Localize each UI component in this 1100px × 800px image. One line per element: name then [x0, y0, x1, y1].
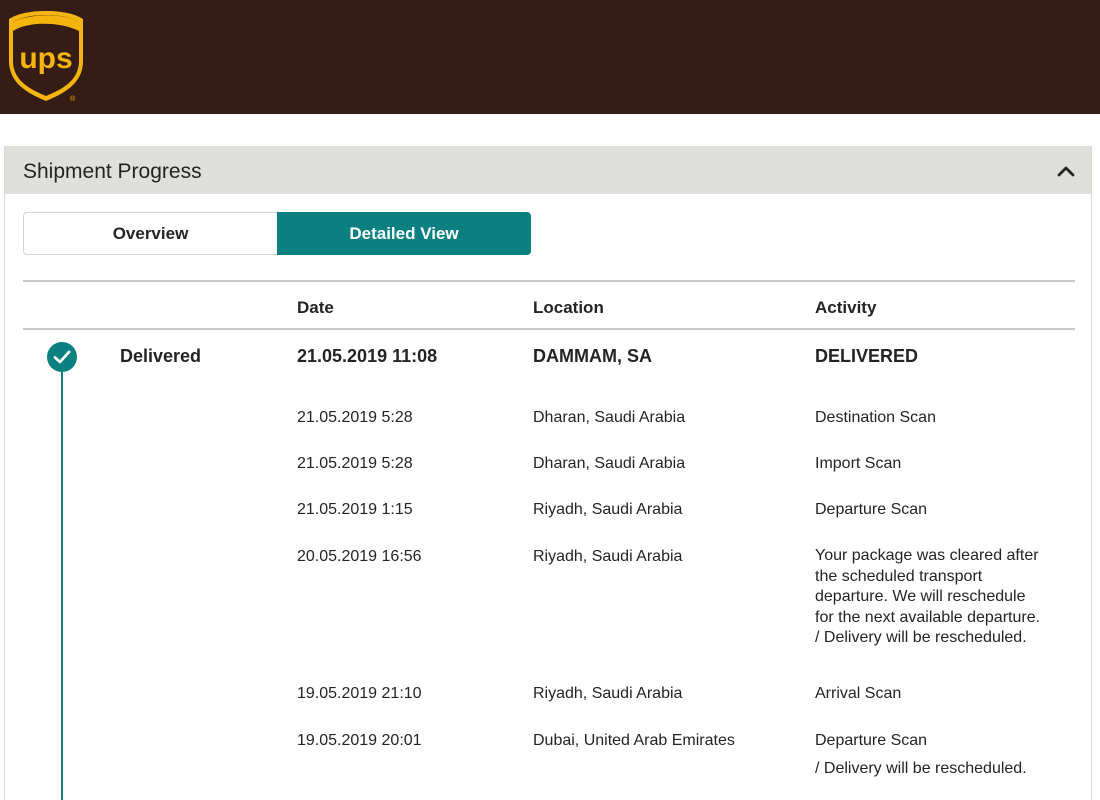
activity-line: the scheduled transport: [815, 567, 983, 585]
event-activity: Departure Scan: [815, 732, 928, 749]
event-date: 19.05.2019 20:01: [297, 732, 422, 749]
event-date: 21.05.2019 5:28: [297, 409, 413, 426]
event-date: 20.05.2019 16:56: [297, 548, 422, 565]
tab-detailed-view[interactable]: Detailed View: [277, 212, 531, 255]
activity-line: Your package was cleared after: [815, 547, 1039, 564]
event-date: 19.05.2019 21:10: [297, 685, 422, 702]
event-location: Riyadh, Saudi Arabia: [533, 685, 683, 702]
event-location: Riyadh, Saudi Arabia: [533, 548, 683, 565]
view-tabs: Overview Detailed View: [23, 212, 531, 255]
registered-mark: ®: [70, 95, 76, 103]
timeline-line: [61, 356, 63, 800]
event-date: 21.05.2019 1:15: [297, 501, 413, 518]
event-activity: Destination Scan: [815, 409, 936, 426]
event-activity-note: / Delivery will be rescheduled.: [815, 760, 1027, 777]
chevron-up-icon[interactable]: [1055, 160, 1077, 182]
panel-header[interactable]: Shipment Progress: [5, 146, 1091, 194]
event-location: Dharan, Saudi Arabia: [533, 409, 686, 426]
event-activity: Arrival Scan: [815, 685, 902, 702]
event-activity: DELIVERED: [815, 346, 919, 366]
tab-overview[interactable]: Overview: [23, 212, 277, 255]
ups-logo[interactable]: ups ®: [7, 9, 85, 103]
event-activity: Import Scan: [815, 455, 902, 472]
logo-text: ups: [19, 42, 72, 75]
top-header-bar: ups ®: [0, 0, 1100, 114]
event-location: Riyadh, Saudi Arabia: [533, 501, 683, 518]
activity-line: / Delivery will be rescheduled.: [815, 629, 1027, 646]
event-activity: Departure Scan: [815, 501, 928, 518]
shipment-progress-panel: Shipment Progress Overview Detailed View…: [4, 146, 1092, 800]
column-header-activity: Activity: [815, 298, 877, 317]
event-activity-multiline: Your package was cleared after the sched…: [815, 546, 1065, 649]
table-top-divider: [23, 280, 1075, 282]
column-header-location: Location: [533, 298, 604, 317]
check-circle-icon: [47, 342, 77, 372]
event-location: Dharan, Saudi Arabia: [533, 455, 686, 472]
activity-line: for the next available departure.: [815, 608, 1041, 626]
event-location: DAMMAM, SA: [533, 346, 652, 366]
delivery-status: Delivered: [120, 346, 202, 366]
activity-line: departure. We will reschedule: [815, 588, 1026, 605]
event-date: 21.05.2019 11:08: [297, 346, 438, 366]
panel-title: Shipment Progress: [23, 160, 202, 183]
event-location: Dubai, United Arab Emirates: [533, 732, 735, 749]
column-header-date: Date: [297, 298, 334, 317]
event-date: 21.05.2019 5:28: [297, 455, 413, 472]
table-header-divider: [23, 328, 1075, 330]
